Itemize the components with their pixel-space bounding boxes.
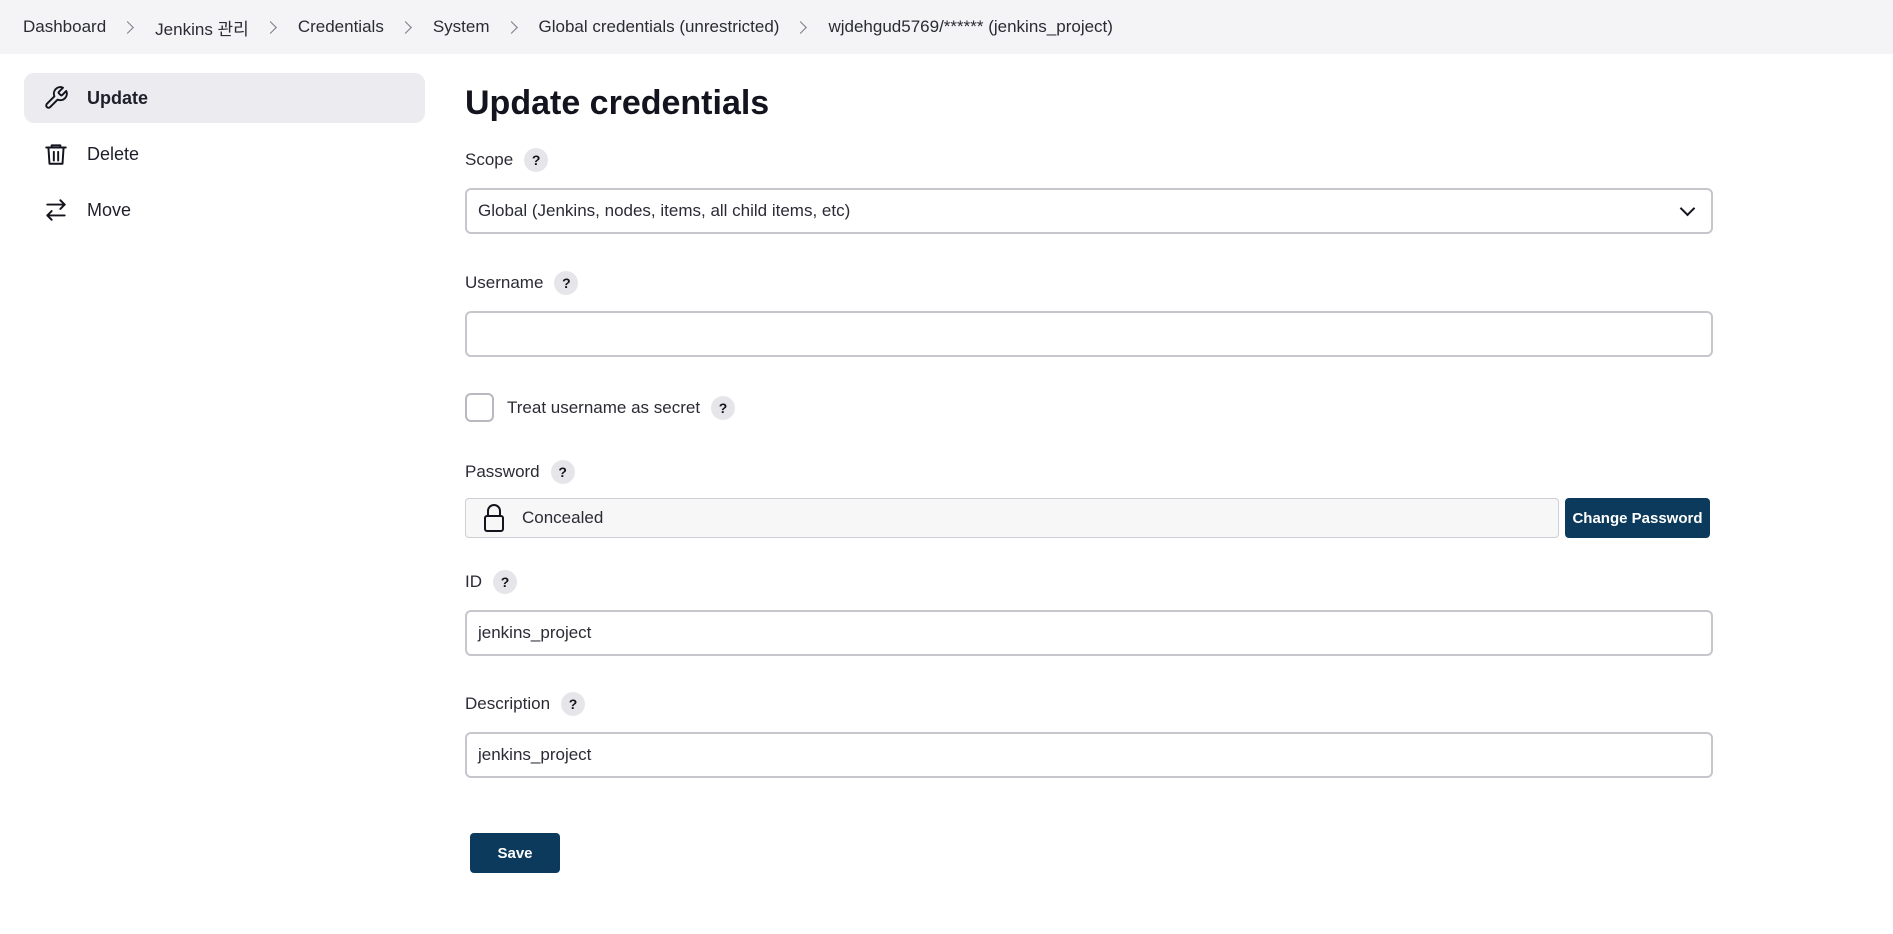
scope-help-icon[interactable]: ? xyxy=(524,148,549,172)
username-label: Username xyxy=(465,273,544,292)
description-value: jenkins_project xyxy=(478,745,592,764)
password-row: Concealed Change Password xyxy=(465,498,1715,538)
sidebar-item-delete[interactable]: Delete xyxy=(24,129,425,179)
description-label: Description xyxy=(465,694,551,713)
id-value: jenkins_project xyxy=(478,623,592,642)
username-field[interactable] xyxy=(465,311,1713,357)
id-help-icon[interactable]: ? xyxy=(493,570,517,594)
id-field[interactable]: jenkins_project xyxy=(465,610,1713,656)
wrench-icon xyxy=(42,84,70,112)
treat-username-secret-checkbox[interactable] xyxy=(465,393,494,422)
password-concealed-text: Concealed xyxy=(522,508,604,527)
description-help-icon[interactable]: ? xyxy=(561,692,586,716)
lock-icon xyxy=(466,503,522,533)
sidebar-item-update[interactable]: Update xyxy=(24,73,425,123)
breadcrumb: Dashboard Jenkins 관리 Credentials System … xyxy=(0,0,1893,54)
treat-secret-help-icon[interactable]: ? xyxy=(711,395,736,420)
password-help-icon[interactable]: ? xyxy=(550,460,575,484)
username-help-icon[interactable]: ? xyxy=(554,271,579,295)
chevron-right-icon[interactable] xyxy=(263,20,277,34)
chevron-right-icon[interactable] xyxy=(504,20,518,34)
description-field[interactable]: jenkins_project xyxy=(465,732,1713,778)
chevron-right-icon[interactable] xyxy=(121,20,135,34)
breadcrumb-global-credentials[interactable]: Global credentials (unrestricted) xyxy=(539,17,780,37)
trash-icon xyxy=(42,140,70,168)
scope-label: Scope xyxy=(465,150,514,169)
password-label: Password xyxy=(465,462,540,481)
scope-label-row: Scope ? xyxy=(465,146,1715,174)
password-label-row: Password ? xyxy=(465,458,1715,486)
chevron-down-icon xyxy=(1679,200,1696,216)
update-credentials-form: Update credentials Scope ? Global (Jenki… xyxy=(465,78,1715,873)
id-label-row: ID ? xyxy=(465,568,1715,596)
treat-username-secret-row: Treat username as secret ? xyxy=(465,393,1715,422)
breadcrumb-credential[interactable]: wjdehgud5769/****** (jenkins_project) xyxy=(828,17,1112,37)
form-actions: Save xyxy=(465,833,1715,873)
sidebar-item-label: Update xyxy=(87,87,149,108)
password-field: Concealed xyxy=(465,498,1559,538)
description-label-row: Description ? xyxy=(465,690,1715,718)
breadcrumb-system[interactable]: System xyxy=(433,17,490,37)
sidebar-item-label: Move xyxy=(87,199,132,220)
treat-username-secret-label[interactable]: Treat username as secret xyxy=(507,398,700,418)
chevron-right-icon[interactable] xyxy=(794,20,808,34)
save-button[interactable]: Save xyxy=(470,833,560,873)
id-label: ID xyxy=(465,572,482,591)
arrows-swap-icon xyxy=(42,196,70,224)
sidebar-item-move[interactable]: Move xyxy=(24,185,425,235)
username-label-row: Username ? xyxy=(465,269,1715,297)
breadcrumb-dashboard[interactable]: Dashboard xyxy=(23,17,106,37)
breadcrumb-credentials[interactable]: Credentials xyxy=(298,17,384,37)
scope-selected-value: Global (Jenkins, nodes, items, all child… xyxy=(478,201,851,220)
chevron-right-icon[interactable] xyxy=(398,20,412,34)
sidebar: Update Delete Move xyxy=(24,73,425,241)
sidebar-item-label: Delete xyxy=(87,143,140,164)
breadcrumb-jenkins-manage[interactable]: Jenkins 관리 xyxy=(155,15,249,40)
scope-select[interactable]: Global (Jenkins, nodes, items, all child… xyxy=(465,188,1713,234)
change-password-button[interactable]: Change Password xyxy=(1565,498,1710,538)
page-title: Update credentials xyxy=(465,84,770,122)
